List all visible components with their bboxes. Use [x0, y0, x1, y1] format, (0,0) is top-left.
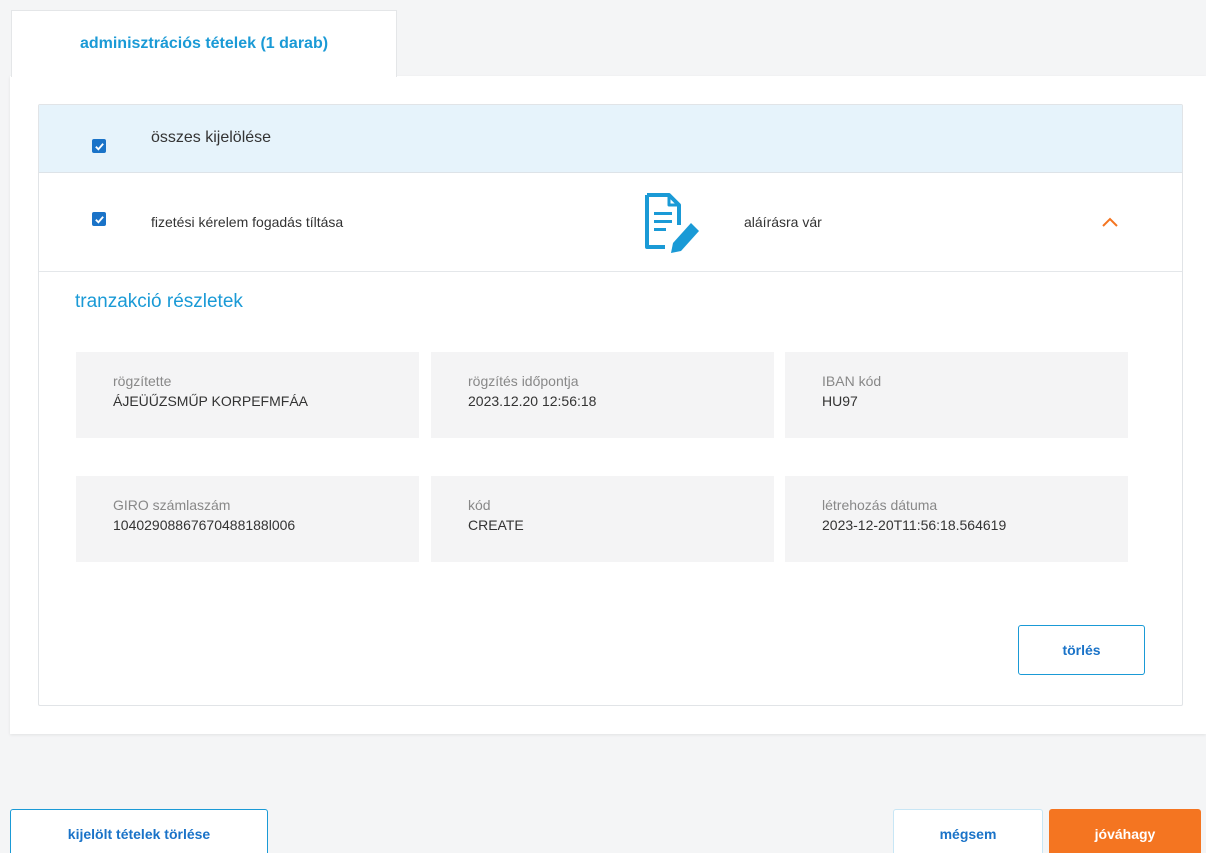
detail-value: 2023.12.20 12:56:18 [468, 393, 597, 409]
detail-value: 10402908867670488188l006 [113, 517, 296, 533]
delete-button[interactable]: törlés [1018, 625, 1145, 675]
select-all-row: összes kijelölése [39, 105, 1182, 173]
item-checkbox[interactable] [92, 212, 106, 226]
detail-value: CREATE [468, 517, 524, 533]
items-panel: összes kijelölése fizetési kérelem fogad… [10, 76, 1206, 734]
detail-label: rögzítette [113, 373, 172, 389]
detail-created-date: létrehozás dátuma 2023-12-20T11:56:18.56… [785, 476, 1128, 562]
detail-value: 2023-12-20T11:56:18.564619 [822, 517, 1007, 533]
delete-selected-button[interactable]: kijelölt tételek törlése [10, 809, 268, 853]
cancel-button[interactable]: mégsem [893, 809, 1043, 853]
detail-label: létrehozás dátuma [822, 497, 938, 513]
select-all-checkbox[interactable] [92, 139, 106, 153]
detail-value: ÁJEÜŰZSMŰP KORPEFMFÁA [113, 393, 308, 409]
detail-giro: GIRO számlaszám 10402908867670488188l006 [76, 476, 419, 562]
select-all-label: összes kijelölése [151, 129, 272, 146]
approve-button[interactable]: jóváhagy [1049, 809, 1201, 853]
detail-code: kód CREATE [431, 476, 774, 562]
detail-label: IBAN kód [822, 373, 882, 389]
detail-value: HU97 [822, 393, 858, 409]
checkmark-icon [94, 215, 104, 224]
detail-recorded-time: rögzítés időpontja 2023.12.20 12:56:18 [431, 352, 774, 438]
document-edit-icon [645, 193, 699, 253]
tab-label: adminisztrációs tételek (1 darab) [79, 35, 329, 52]
list-item: fizetési kérelem fogadás tíltása aláírás… [39, 173, 1182, 272]
tab-admin-items[interactable]: adminisztrációs tételek (1 darab) [11, 10, 397, 77]
details-title: tranzakció részletek [75, 291, 243, 312]
items-card: összes kijelölése fizetési kérelem fogad… [38, 104, 1183, 706]
checkmark-icon [94, 142, 104, 151]
detail-label: GIRO számlaszám [113, 497, 231, 513]
chevron-up-icon[interactable] [1101, 215, 1119, 229]
status-text: aláírásra vár [744, 214, 822, 230]
detail-label: kód [468, 497, 491, 513]
item-title: fizetési kérelem fogadás tíltása [151, 214, 344, 230]
detail-iban: IBAN kód HU97 [785, 352, 1128, 438]
detail-label: rögzítés időpontja [468, 373, 579, 389]
detail-recorded-by: rögzítette ÁJEÜŰZSMŰP KORPEFMFÁA [76, 352, 419, 438]
